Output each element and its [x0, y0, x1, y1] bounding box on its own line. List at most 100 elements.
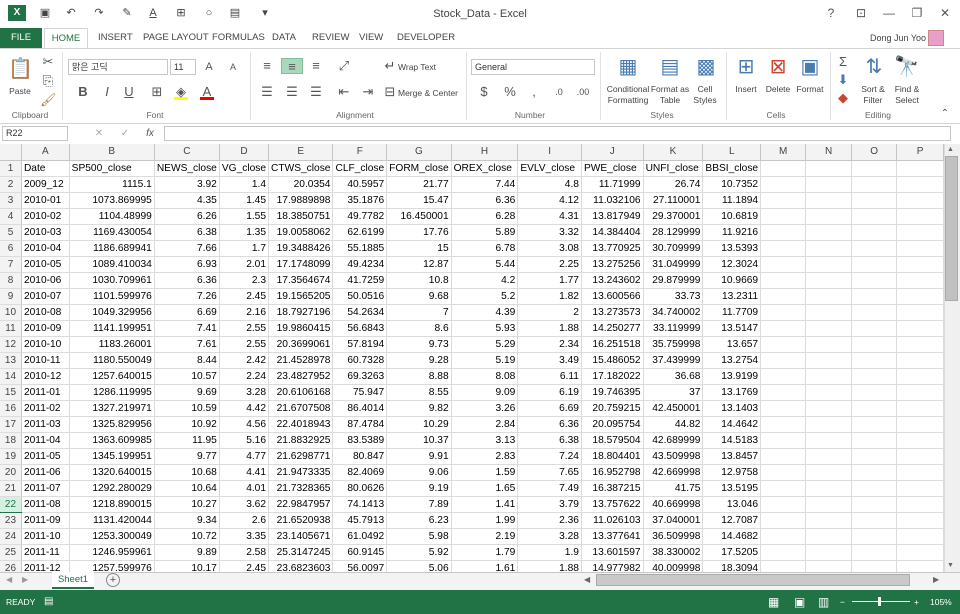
cell[interactable]: 15.47: [386, 192, 452, 209]
cell[interactable]: 1.77: [517, 272, 582, 289]
column-header[interactable]: C: [154, 144, 220, 161]
column-header[interactable]: D: [219, 144, 270, 161]
align-left-icon[interactable]: ☰: [259, 84, 275, 100]
cell[interactable]: 6.11: [517, 368, 582, 385]
cell-styles-icon[interactable]: ▩: [694, 54, 718, 80]
merge-icon[interactable]: ⊟: [384, 84, 396, 100]
hscroll-left-icon[interactable]: ◀: [584, 575, 590, 584]
row-header[interactable]: 4: [0, 208, 22, 225]
cell-styles-label-2[interactable]: Styles: [690, 95, 720, 105]
horizontal-scroll-thumb[interactable]: [596, 574, 910, 586]
cell[interactable]: 4.01: [219, 480, 270, 497]
cell[interactable]: 13.046: [702, 496, 762, 513]
cell[interactable]: 13.5195: [702, 480, 762, 497]
cell[interactable]: 9.82: [386, 400, 452, 417]
underline-button[interactable]: U: [122, 84, 136, 100]
cell[interactable]: 6.78: [451, 240, 519, 257]
cell[interactable]: [805, 384, 853, 401]
cell[interactable]: [896, 560, 944, 572]
cell[interactable]: 14.977982: [581, 560, 644, 572]
cell[interactable]: 14.4682: [702, 528, 762, 545]
cell[interactable]: 11.95: [154, 432, 220, 449]
next-sheet-icon[interactable]: ▶: [22, 575, 28, 584]
cell[interactable]: 22.9847957: [268, 496, 334, 513]
cell[interactable]: 10.8: [386, 272, 452, 289]
cell[interactable]: 35.759998: [643, 336, 704, 353]
cell[interactable]: 2.24: [219, 368, 270, 385]
cell[interactable]: 2.55: [219, 320, 270, 337]
save-icon[interactable]: ▣: [36, 5, 54, 21]
cell[interactable]: [851, 480, 898, 497]
column-header[interactable]: M: [760, 144, 807, 161]
cell[interactable]: 41.75: [643, 480, 704, 497]
cell[interactable]: [760, 560, 807, 572]
ribbon-display-button[interactable]: ⊡: [850, 5, 872, 21]
cell[interactable]: 11.032106: [581, 192, 644, 209]
cell[interactable]: 80.0626: [332, 480, 388, 497]
cell[interactable]: [760, 176, 807, 193]
cell[interactable]: 7.26: [154, 288, 220, 305]
cell[interactable]: 5.44: [451, 256, 519, 273]
cell[interactable]: 10.64: [154, 480, 220, 497]
cell[interactable]: [805, 544, 853, 561]
cell[interactable]: 82.4069: [332, 464, 388, 481]
cell[interactable]: 10.6819: [702, 208, 762, 225]
cell[interactable]: 10.27: [154, 496, 220, 513]
row-header[interactable]: 15: [0, 384, 22, 401]
cell[interactable]: [805, 368, 853, 385]
cell[interactable]: 6.19: [517, 384, 582, 401]
cell[interactable]: [760, 272, 807, 289]
cell[interactable]: 1049.329956: [69, 304, 155, 321]
user-name[interactable]: Dong Jun Yoo: [862, 28, 934, 48]
cell[interactable]: [896, 272, 944, 289]
cell[interactable]: BBSI_close: [702, 160, 762, 177]
cell[interactable]: [805, 400, 853, 417]
column-header[interactable]: G: [386, 144, 452, 161]
column-header[interactable]: F: [332, 144, 388, 161]
cell[interactable]: 3.08: [517, 240, 582, 257]
cell[interactable]: 21.8832925: [268, 432, 334, 449]
cell[interactable]: 4.41: [219, 464, 270, 481]
cut-icon[interactable]: ✂: [40, 54, 56, 70]
cell[interactable]: 1218.890015: [69, 496, 155, 513]
sort-filter-icon[interactable]: ⇅: [862, 54, 886, 80]
cell[interactable]: 2.25: [517, 256, 582, 273]
middle-align-icon[interactable]: ≡: [281, 58, 303, 74]
format-as-table-label-1[interactable]: Format as: [650, 84, 690, 94]
cell[interactable]: [896, 176, 944, 193]
column-header[interactable]: L: [702, 144, 762, 161]
cell[interactable]: 2010-07: [21, 288, 70, 305]
cell[interactable]: 20.759215: [581, 400, 644, 417]
tab-file[interactable]: FILE: [0, 28, 42, 48]
cell[interactable]: 29.370001: [643, 208, 704, 225]
number-format-select[interactable]: General: [471, 59, 595, 75]
cell[interactable]: 19.746395: [581, 384, 644, 401]
cell[interactable]: [851, 192, 898, 209]
cell[interactable]: 2010-09: [21, 320, 70, 337]
column-header[interactable]: B: [69, 144, 155, 161]
delete-button[interactable]: Delete: [762, 84, 794, 94]
cell[interactable]: 37: [643, 384, 704, 401]
tab-formulas[interactable]: FORMULAS: [204, 28, 273, 48]
cell[interactable]: [896, 416, 944, 433]
cell[interactable]: 12.9758: [702, 464, 762, 481]
cell[interactable]: 4.31: [517, 208, 582, 225]
cell[interactable]: 1.88: [517, 320, 582, 337]
cell[interactable]: 31.049999: [643, 256, 704, 273]
cell[interactable]: 1169.430054: [69, 224, 155, 241]
decrease-decimal-icon[interactable]: .00: [574, 84, 592, 100]
cell[interactable]: [760, 496, 807, 513]
merge-center-button[interactable]: Merge & Center: [398, 88, 462, 98]
sheet-tab-sheet1[interactable]: Sheet1: [52, 572, 94, 589]
cell[interactable]: 13.8457: [702, 448, 762, 465]
align-right-icon[interactable]: ☰: [308, 84, 324, 100]
cell[interactable]: [760, 160, 807, 177]
shape-qat-icon[interactable]: ○: [200, 5, 218, 21]
cell[interactable]: [805, 176, 853, 193]
cell[interactable]: 86.4014: [332, 400, 388, 417]
cell[interactable]: 43.509998: [643, 448, 704, 465]
cell[interactable]: 42.450001: [643, 400, 704, 417]
tab-insert[interactable]: INSERT: [90, 28, 141, 48]
cell[interactable]: 3.35: [219, 528, 270, 545]
cell[interactable]: 49.4234: [332, 256, 388, 273]
